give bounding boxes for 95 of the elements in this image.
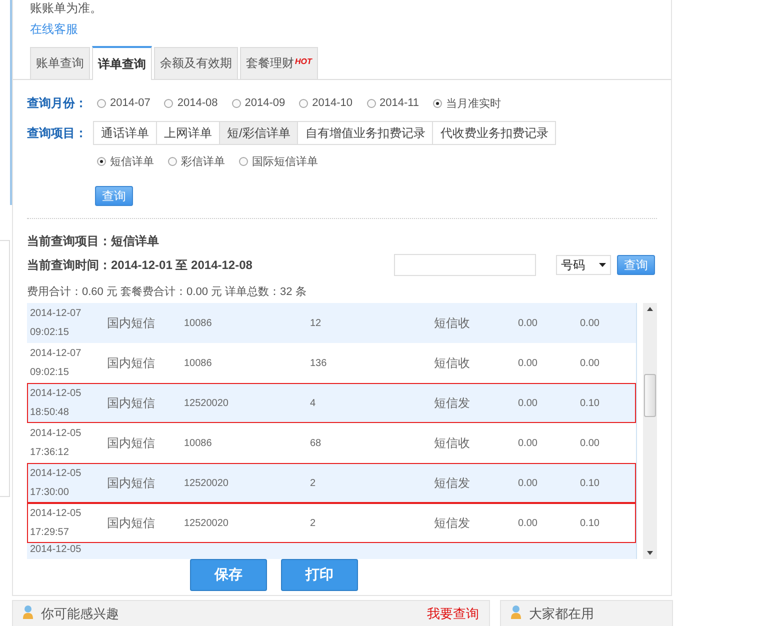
table-cell-text: 68	[310, 438, 322, 448]
table-cell-text: 国内短信	[107, 314, 156, 332]
radio-option[interactable]: 短信详单	[97, 154, 154, 169]
table-cell-text: 2014-12-05 17:36:12	[29, 427, 82, 460]
table-cell-text: 2014-12-05 17:30:00	[29, 467, 82, 500]
table-cell-text: 国内短信	[107, 434, 156, 452]
table-cell-text: 国内短信	[107, 394, 156, 412]
table-cell-text: 12	[310, 318, 322, 328]
table-cell-text: 10086	[184, 358, 213, 368]
radio-button[interactable]	[299, 98, 308, 108]
current-item-value: 短信详单	[111, 233, 159, 250]
table-cell-text: 10086	[184, 318, 213, 328]
number-dropdown[interactable]: 号码	[556, 255, 611, 275]
radio-label: 2014-08	[177, 97, 218, 109]
radio-button[interactable]	[168, 157, 177, 166]
field-label: 查询项目：	[27, 124, 88, 142]
panel-title: 你可能感兴趣	[41, 605, 119, 623]
table-cell-text: 2	[310, 478, 317, 488]
radio-button[interactable]	[97, 98, 106, 108]
table-cell-text: 12520020	[184, 478, 230, 488]
summary-text: 费用合计：0.60 元 套餐费合计：0.00 元 详单总数：32 条	[27, 285, 308, 299]
table-cell-text: 0.00	[518, 398, 538, 408]
table-cell-text: 短信发	[434, 394, 471, 412]
table-cell-text: 0.00	[580, 318, 600, 328]
notice-text: 账账单为准。	[29, 2, 103, 15]
person-icon	[511, 605, 523, 619]
current-time-label: 当前查询时间：	[27, 256, 111, 274]
caret-icon	[599, 263, 606, 267]
radio-label: 当月准实时	[446, 96, 502, 110]
radio-button[interactable]	[164, 98, 174, 108]
scroll-down-icon[interactable]	[647, 551, 654, 555]
radio-label: 2014-11	[380, 97, 420, 109]
scrollbar[interactable]	[643, 303, 657, 559]
table-cell-text: 2014-12-05 17:29:57	[29, 507, 82, 540]
table-cell-text: 2014-12-07 09:02:15	[29, 347, 82, 380]
table-cell-text: 2014-12-05	[29, 543, 82, 557]
table-cell-text: 短信发	[434, 514, 471, 532]
radio-label: 短信详单	[110, 155, 154, 169]
table-cell-text: 12520020	[184, 398, 230, 408]
table-cell-text: 0.10	[580, 518, 600, 528]
radio-label: 彩信详单	[181, 155, 225, 169]
radio-option[interactable]: 2014-07	[97, 97, 150, 109]
table-cell-text: 0.00	[518, 358, 538, 368]
table-cell-text: 国内短信	[107, 514, 156, 532]
table-cell-text: 0.00	[518, 438, 538, 448]
hot-label: HOT	[295, 57, 312, 66]
table-cell-text: 短信收	[434, 354, 471, 372]
panel-title: 大家都在用	[529, 605, 594, 623]
table-cell-text: 0.00	[580, 438, 600, 448]
radio-button[interactable]	[433, 98, 442, 108]
table-cell-text: 0.00	[518, 518, 538, 528]
table-cell-text: 0.00	[580, 358, 600, 368]
radio-label: 2014-09	[244, 97, 286, 109]
table-cell-text: 国内短信	[107, 354, 156, 372]
table-cell-text: 10086	[184, 438, 213, 448]
table-cell-text: 136	[310, 358, 328, 368]
current-item-label: 当前查询项目：	[27, 233, 111, 250]
scroll-up-icon[interactable]	[647, 307, 654, 311]
radio-label: 国际短信详单	[252, 155, 318, 169]
radio-option[interactable]: 国际短信详单	[239, 154, 318, 169]
tab[interactable]: 余额及有效期	[154, 47, 238, 79]
scrollbar-thumb[interactable]	[644, 374, 656, 417]
radio-option[interactable]: 2014-11	[366, 97, 420, 109]
radio-option[interactable]: 2014-09	[232, 97, 286, 109]
table-cell-text: 2014-12-05 18:50:48	[29, 387, 82, 420]
table-cell-text: 2014-12-07 09:02:15	[29, 307, 82, 340]
table-cell-text: 0.10	[580, 478, 600, 488]
radio-button[interactable]	[97, 157, 106, 166]
table-cell-text: 0.10	[580, 398, 600, 408]
tab[interactable]: 账单查询	[30, 47, 90, 79]
radio-button[interactable]	[366, 98, 376, 108]
search-field[interactable]	[394, 254, 536, 276]
radio-label: 2014-07	[110, 97, 150, 109]
table-cell-text: 4	[310, 398, 317, 408]
radio-button[interactable]	[239, 157, 248, 166]
tab[interactable]: 详单查询	[92, 46, 152, 80]
radio-option[interactable]: 2014-08	[164, 97, 218, 109]
table-cell-text: 2	[310, 518, 317, 528]
current-time-value: 2014-12-01 至 2014-12-08	[111, 256, 252, 274]
radio-button[interactable]	[232, 98, 241, 108]
table-cell-text: 0.00	[518, 478, 538, 488]
field-label: 查询月份：	[27, 94, 88, 112]
table-cell-text: 短信收	[434, 314, 471, 332]
table-cell-text: 0.00	[518, 318, 538, 328]
radio-option[interactable]: 彩信详单	[168, 154, 225, 169]
query-link[interactable]: 我要查询	[427, 605, 479, 623]
table-cell-text: 短信发	[434, 474, 471, 492]
table-cell-text: 短信收	[434, 434, 471, 452]
radio-option[interactable]: 当月准实时	[433, 96, 502, 110]
person-icon	[23, 605, 35, 619]
table-cell-text: 国内短信	[107, 474, 156, 492]
table-cell-text: 12520020	[184, 518, 230, 528]
radio-label: 2014-10	[312, 97, 352, 109]
radio-option[interactable]: 2014-10	[299, 97, 352, 109]
segment-button[interactable]: 短/彩信详单	[220, 122, 298, 144]
